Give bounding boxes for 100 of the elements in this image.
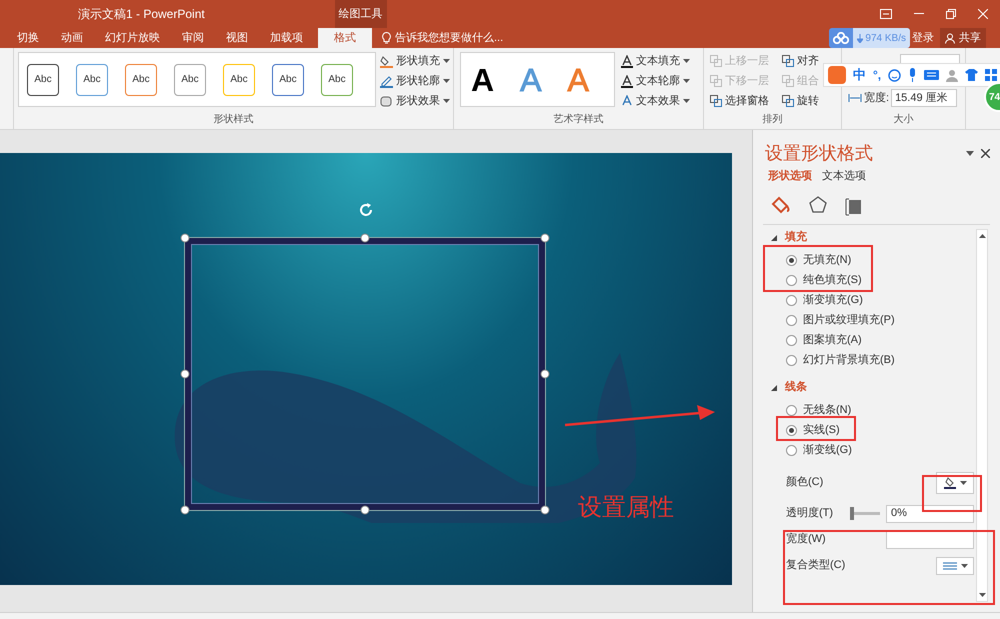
lines-icon	[942, 562, 956, 570]
pen-icon	[380, 74, 393, 88]
radio-button[interactable]	[786, 255, 797, 266]
compound-type-dropdown[interactable]	[936, 556, 974, 574]
person-icon	[945, 32, 956, 44]
ribbon-tab[interactable]: 动画	[52, 28, 92, 48]
scroll-up-icon[interactable]	[979, 234, 986, 238]
pane-tab[interactable]: 形状选项	[768, 168, 812, 184]
wordart-style[interactable]: A	[471, 64, 494, 96]
scrollbar[interactable]	[976, 228, 988, 602]
minimize-icon[interactable]	[914, 13, 924, 15]
close-icon[interactable]	[981, 149, 990, 158]
width-field[interactable]: 15.49 厘米	[891, 89, 958, 107]
input-mode-toggle[interactable]: 中	[853, 65, 866, 85]
ribbon-command[interactable]: 形状填充	[380, 52, 450, 70]
scroll-down-icon[interactable]	[979, 593, 986, 597]
shape-style-swatch[interactable]: Abc	[76, 64, 108, 96]
text-format-icon	[621, 54, 633, 68]
ribbon-command[interactable]: 文本填充	[621, 52, 690, 70]
resize-handle[interactable]	[540, 370, 550, 378]
radio-button[interactable]	[786, 425, 797, 436]
ribbon-tab[interactable]: 加载项	[261, 28, 312, 48]
resize-handle[interactable]	[180, 506, 190, 514]
color-picker-button[interactable]	[936, 472, 974, 494]
ribbon-command[interactable]: 对齐	[782, 52, 819, 70]
color-label: 颜色(C)	[786, 474, 824, 490]
rotate-handle-icon[interactable]	[358, 202, 374, 218]
paint-bucket-icon	[380, 54, 393, 68]
ribbon-command[interactable]: 形状轮廓	[380, 72, 450, 90]
ribbon-command[interactable]: 旋转	[782, 92, 819, 110]
ribbon-command[interactable]: 选择窗格	[710, 92, 769, 110]
dropdown-caret-icon[interactable]	[966, 151, 974, 156]
transparency-slider[interactable]	[850, 507, 882, 520]
ribbon-tab[interactable]: 审阅	[173, 28, 213, 48]
keyboard-icon[interactable]	[924, 70, 940, 80]
punctuation-toggle[interactable]: °,	[873, 66, 882, 84]
slider-thumb[interactable]	[850, 507, 854, 520]
cloud-icon	[833, 32, 850, 44]
shape-style-swatch[interactable]: Abc	[125, 64, 157, 96]
expand-triangle-icon[interactable]	[771, 234, 777, 240]
group-label: 形状样式	[212, 112, 254, 127]
radio-button[interactable]	[786, 295, 797, 306]
pentagon-icon[interactable]	[809, 196, 827, 216]
download-arrow-icon	[857, 34, 864, 42]
expand-triangle-icon[interactable]	[771, 384, 777, 390]
ribbon-command[interactable]: 文本轮廓	[621, 72, 690, 90]
shape-style-swatch[interactable]: Abc	[27, 64, 59, 96]
layer-icon	[710, 95, 722, 107]
transparency-field[interactable]: 0%	[886, 504, 974, 522]
option-label: 实线(S)	[803, 422, 840, 438]
radio-button[interactable]	[786, 445, 797, 456]
paint-bucket-icon[interactable]	[769, 196, 791, 216]
ribbon-tab[interactable]: 切换	[8, 28, 48, 48]
layer-icon	[710, 75, 722, 87]
ribbon-tab[interactable]: 视图	[217, 28, 257, 48]
ribbon-tab[interactable]: 幻灯片放映	[96, 28, 169, 48]
section-title: 填充	[785, 230, 807, 246]
sign-in-link[interactable]: 登录	[912, 30, 934, 46]
annotation-text: 设置属性	[578, 493, 674, 523]
highlight-frame	[922, 475, 982, 512]
resize-handle[interactable]	[360, 234, 370, 242]
caret-icon	[683, 99, 690, 103]
text-format-icon	[621, 74, 633, 88]
shape-effect-icon	[380, 94, 393, 108]
lightbulb-icon	[382, 32, 391, 44]
layer-icon	[710, 55, 722, 67]
size-properties-icon[interactable]	[845, 196, 863, 216]
ribbon-tab[interactable]: 格式	[318, 28, 372, 48]
tell-me-field[interactable]: 告诉我您想要做什么...	[382, 28, 504, 48]
resize-handle[interactable]	[180, 234, 190, 242]
ribbon-command[interactable]: 文本效果	[621, 92, 690, 110]
resize-handle[interactable]	[180, 370, 190, 378]
share-button[interactable]: 共享	[940, 28, 986, 48]
shirt-icon[interactable]	[965, 69, 978, 81]
radio-button[interactable]	[786, 315, 797, 326]
radio-button[interactable]	[786, 405, 797, 416]
width-icon	[848, 92, 862, 104]
ribbon-command[interactable]: 形状效果	[380, 92, 450, 110]
shape-style-swatch[interactable]: Abc	[321, 64, 353, 96]
shape-style-swatch[interactable]: Abc	[223, 64, 255, 96]
ribbon-display-icon[interactable]	[880, 9, 892, 19]
radio-button[interactable]	[786, 355, 797, 366]
microphone-icon[interactable]	[908, 68, 918, 82]
resize-handle[interactable]	[540, 234, 550, 242]
option-label: 幻灯片背景填充(B)	[803, 352, 895, 368]
pane-title: 设置形状格式	[765, 142, 873, 165]
caret-icon	[683, 59, 690, 63]
radio-button[interactable]	[786, 275, 797, 286]
restore-icon[interactable]	[946, 9, 956, 19]
pane-tab[interactable]: 文本选项	[822, 168, 866, 184]
smiley-icon[interactable]	[888, 68, 902, 82]
selected-rectangle[interactable]	[185, 238, 545, 510]
radio-button[interactable]	[786, 335, 797, 346]
caret-icon	[960, 480, 966, 484]
shape-style-swatch[interactable]: Abc	[272, 64, 304, 96]
option-label: 渐变线(G)	[803, 442, 852, 458]
grid-icon[interactable]	[985, 69, 998, 81]
option-label: 渐变填充(G)	[803, 292, 863, 308]
paint-bucket-icon	[944, 476, 956, 488]
shape-style-swatch[interactable]: Abc	[174, 64, 206, 96]
